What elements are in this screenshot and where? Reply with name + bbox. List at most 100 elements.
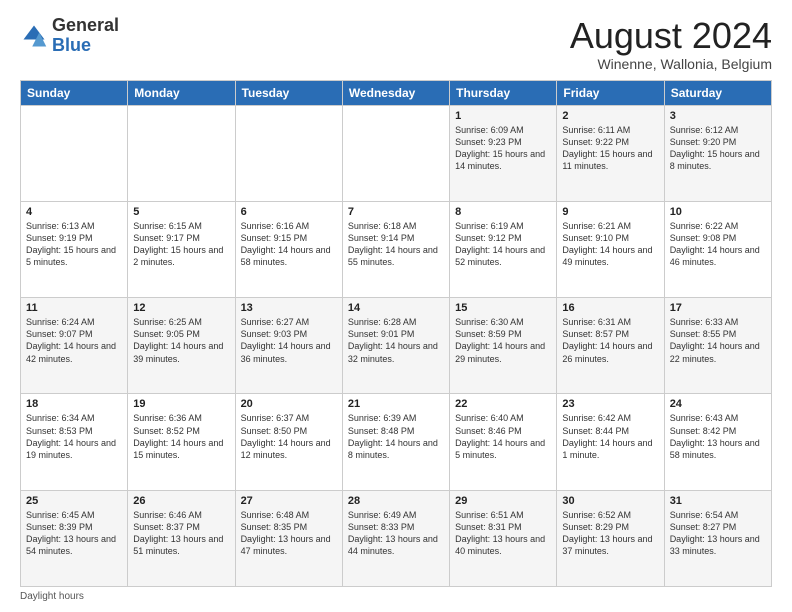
day-info: Sunrise: 6:28 AM Sunset: 9:01 PM Dayligh… xyxy=(348,316,444,365)
calendar-cell: 20Sunrise: 6:37 AM Sunset: 8:50 PM Dayli… xyxy=(235,394,342,490)
calendar-cell: 10 Sunrise: 6:22 AM Sunset: 9:08 PM Dayli… xyxy=(664,201,771,297)
weekday-header: Friday xyxy=(557,80,664,105)
day-number: 24 xyxy=(670,398,766,410)
day-info: Sunrise: 6:12 AM Sunset: 9:20 PM Dayligh… xyxy=(670,124,766,173)
weekday-header: Wednesday xyxy=(342,80,449,105)
day-number: 23 xyxy=(562,398,658,410)
day-info: Sunrise: 6:54 AM Sunset: 8:27 PM Dayligh… xyxy=(670,509,766,558)
day-number: 6 xyxy=(241,206,337,218)
calendar-cell: 7 Sunrise: 6:18 AM Sunset: 9:14 PM Daylig… xyxy=(342,201,449,297)
day-number: 7 xyxy=(348,206,444,218)
weekday-header: Monday xyxy=(128,80,235,105)
calendar-cell: 6 Sunrise: 6:16 AM Sunset: 9:15 PM Daylig… xyxy=(235,201,342,297)
calendar-cell xyxy=(235,105,342,201)
calendar-cell: 5Sunrise: 6:15 AM Sunset: 9:17 PM Daylig… xyxy=(128,201,235,297)
calendar-week-row: 11 Sunrise: 6:24 AM Sunset: 9:07 PM Dayli… xyxy=(21,298,772,394)
day-number: 9 xyxy=(562,206,658,218)
calendar-cell: 30 Sunrise: 6:52 AM Sunset: 8:29 PM Dayli… xyxy=(557,490,664,586)
day-number: 26 xyxy=(133,495,229,507)
weekday-header: Thursday xyxy=(450,80,557,105)
footer-note: Daylight hours xyxy=(20,591,772,602)
day-number: 1 xyxy=(455,110,551,122)
logo-text: General Blue xyxy=(52,16,119,56)
day-number: 13 xyxy=(241,302,337,314)
day-number: 15 xyxy=(455,302,551,314)
day-number: 8 xyxy=(455,206,551,218)
day-info: Sunrise: 6:25 AM Sunset: 9:05 PM Dayligh… xyxy=(133,316,229,365)
month-title: August 2024 xyxy=(570,16,772,56)
header: General Blue August 2024 Winenne, Wallon… xyxy=(20,16,772,72)
weekday-header-row: SundayMondayTuesdayWednesdayThursdayFrid… xyxy=(21,80,772,105)
day-info: Sunrise: 6:34 AM Sunset: 8:53 PM Dayligh… xyxy=(26,412,122,461)
calendar-cell: 4Sunrise: 6:13 AM Sunset: 9:19 PM Daylig… xyxy=(21,201,128,297)
day-info: Sunrise: 6:27 AM Sunset: 9:03 PM Dayligh… xyxy=(241,316,337,365)
calendar-cell xyxy=(128,105,235,201)
weekday-header: Sunday xyxy=(21,80,128,105)
location-subtitle: Winenne, Wallonia, Belgium xyxy=(570,56,772,72)
calendar-cell: 23 Sunrise: 6:42 AM Sunset: 8:44 PM Dayli… xyxy=(557,394,664,490)
calendar-cell: 11 Sunrise: 6:24 AM Sunset: 9:07 PM Dayli… xyxy=(21,298,128,394)
day-info: Sunrise: 6:30 AM Sunset: 8:59 PM Dayligh… xyxy=(455,316,551,365)
day-number: 17 xyxy=(670,302,766,314)
calendar-cell: 13 Sunrise: 6:27 AM Sunset: 9:03 PM Dayli… xyxy=(235,298,342,394)
day-info: Sunrise: 6:46 AM Sunset: 8:37 PM Dayligh… xyxy=(133,509,229,558)
title-block: August 2024 Winenne, Wallonia, Belgium xyxy=(570,16,772,72)
day-info: Sunrise: 6:42 AM Sunset: 8:44 PM Dayligh… xyxy=(562,412,658,461)
calendar-cell: 31 Sunrise: 6:54 AM Sunset: 8:27 PM Dayli… xyxy=(664,490,771,586)
calendar-cell: 12 Sunrise: 6:25 AM Sunset: 9:05 PM Dayli… xyxy=(128,298,235,394)
calendar-cell xyxy=(21,105,128,201)
day-number: 30 xyxy=(562,495,658,507)
day-number: 2 xyxy=(562,110,658,122)
calendar-cell: 1 Sunrise: 6:09 AM Sunset: 9:23 PM Daylig… xyxy=(450,105,557,201)
calendar-cell: 25 Sunrise: 6:45 AM Sunset: 8:39 PM Dayli… xyxy=(21,490,128,586)
day-info: Sunrise: 6:45 AM Sunset: 8:39 PM Dayligh… xyxy=(26,509,122,558)
calendar-week-row: 25 Sunrise: 6:45 AM Sunset: 8:39 PM Dayli… xyxy=(21,490,772,586)
day-number: 4 xyxy=(26,206,122,218)
calendar-cell: 18Sunrise: 6:34 AM Sunset: 8:53 PM Dayli… xyxy=(21,394,128,490)
day-number: 31 xyxy=(670,495,766,507)
day-info: Sunrise: 6:48 AM Sunset: 8:35 PM Dayligh… xyxy=(241,509,337,558)
calendar-cell: 14 Sunrise: 6:28 AM Sunset: 9:01 PM Dayli… xyxy=(342,298,449,394)
day-info: Sunrise: 6:11 AM Sunset: 9:22 PM Dayligh… xyxy=(562,124,658,173)
calendar-week-row: 18Sunrise: 6:34 AM Sunset: 8:53 PM Dayli… xyxy=(21,394,772,490)
calendar-cell: 21Sunrise: 6:39 AM Sunset: 8:48 PM Dayli… xyxy=(342,394,449,490)
day-number: 25 xyxy=(26,495,122,507)
day-number: 16 xyxy=(562,302,658,314)
page: General Blue August 2024 Winenne, Wallon… xyxy=(0,0,792,612)
day-number: 27 xyxy=(241,495,337,507)
day-info: Sunrise: 6:33 AM Sunset: 8:55 PM Dayligh… xyxy=(670,316,766,365)
weekday-header: Saturday xyxy=(664,80,771,105)
day-info: Sunrise: 6:22 AM Sunset: 9:08 PM Dayligh… xyxy=(670,220,766,269)
logo-blue-text: Blue xyxy=(52,35,91,55)
day-info: Sunrise: 6:52 AM Sunset: 8:29 PM Dayligh… xyxy=(562,509,658,558)
day-info: Sunrise: 6:09 AM Sunset: 9:23 PM Dayligh… xyxy=(455,124,551,173)
day-info: Sunrise: 6:18 AM Sunset: 9:14 PM Dayligh… xyxy=(348,220,444,269)
day-number: 20 xyxy=(241,398,337,410)
calendar-week-row: 1 Sunrise: 6:09 AM Sunset: 9:23 PM Daylig… xyxy=(21,105,772,201)
calendar-cell: 3Sunrise: 6:12 AM Sunset: 9:20 PM Daylig… xyxy=(664,105,771,201)
weekday-header: Tuesday xyxy=(235,80,342,105)
calendar-cell: 24Sunrise: 6:43 AM Sunset: 8:42 PM Dayli… xyxy=(664,394,771,490)
day-info: Sunrise: 6:31 AM Sunset: 8:57 PM Dayligh… xyxy=(562,316,658,365)
day-info: Sunrise: 6:49 AM Sunset: 8:33 PM Dayligh… xyxy=(348,509,444,558)
calendar-cell: 29 Sunrise: 6:51 AM Sunset: 8:31 PM Dayli… xyxy=(450,490,557,586)
logo-general-text: General xyxy=(52,15,119,35)
logo: General Blue xyxy=(20,16,119,56)
day-info: Sunrise: 6:21 AM Sunset: 9:10 PM Dayligh… xyxy=(562,220,658,269)
day-info: Sunrise: 6:19 AM Sunset: 9:12 PM Dayligh… xyxy=(455,220,551,269)
calendar-cell: 22Sunrise: 6:40 AM Sunset: 8:46 PM Dayli… xyxy=(450,394,557,490)
day-info: Sunrise: 6:24 AM Sunset: 9:07 PM Dayligh… xyxy=(26,316,122,365)
calendar-cell: 19Sunrise: 6:36 AM Sunset: 8:52 PM Dayli… xyxy=(128,394,235,490)
day-number: 29 xyxy=(455,495,551,507)
day-info: Sunrise: 6:36 AM Sunset: 8:52 PM Dayligh… xyxy=(133,412,229,461)
calendar-cell: 16 Sunrise: 6:31 AM Sunset: 8:57 PM Dayli… xyxy=(557,298,664,394)
day-info: Sunrise: 6:51 AM Sunset: 8:31 PM Dayligh… xyxy=(455,509,551,558)
day-number: 21 xyxy=(348,398,444,410)
day-number: 12 xyxy=(133,302,229,314)
calendar-cell: 9 Sunrise: 6:21 AM Sunset: 9:10 PM Daylig… xyxy=(557,201,664,297)
day-number: 10 xyxy=(670,206,766,218)
day-info: Sunrise: 6:40 AM Sunset: 8:46 PM Dayligh… xyxy=(455,412,551,461)
day-info: Sunrise: 6:16 AM Sunset: 9:15 PM Dayligh… xyxy=(241,220,337,269)
day-number: 14 xyxy=(348,302,444,314)
day-number: 11 xyxy=(26,302,122,314)
